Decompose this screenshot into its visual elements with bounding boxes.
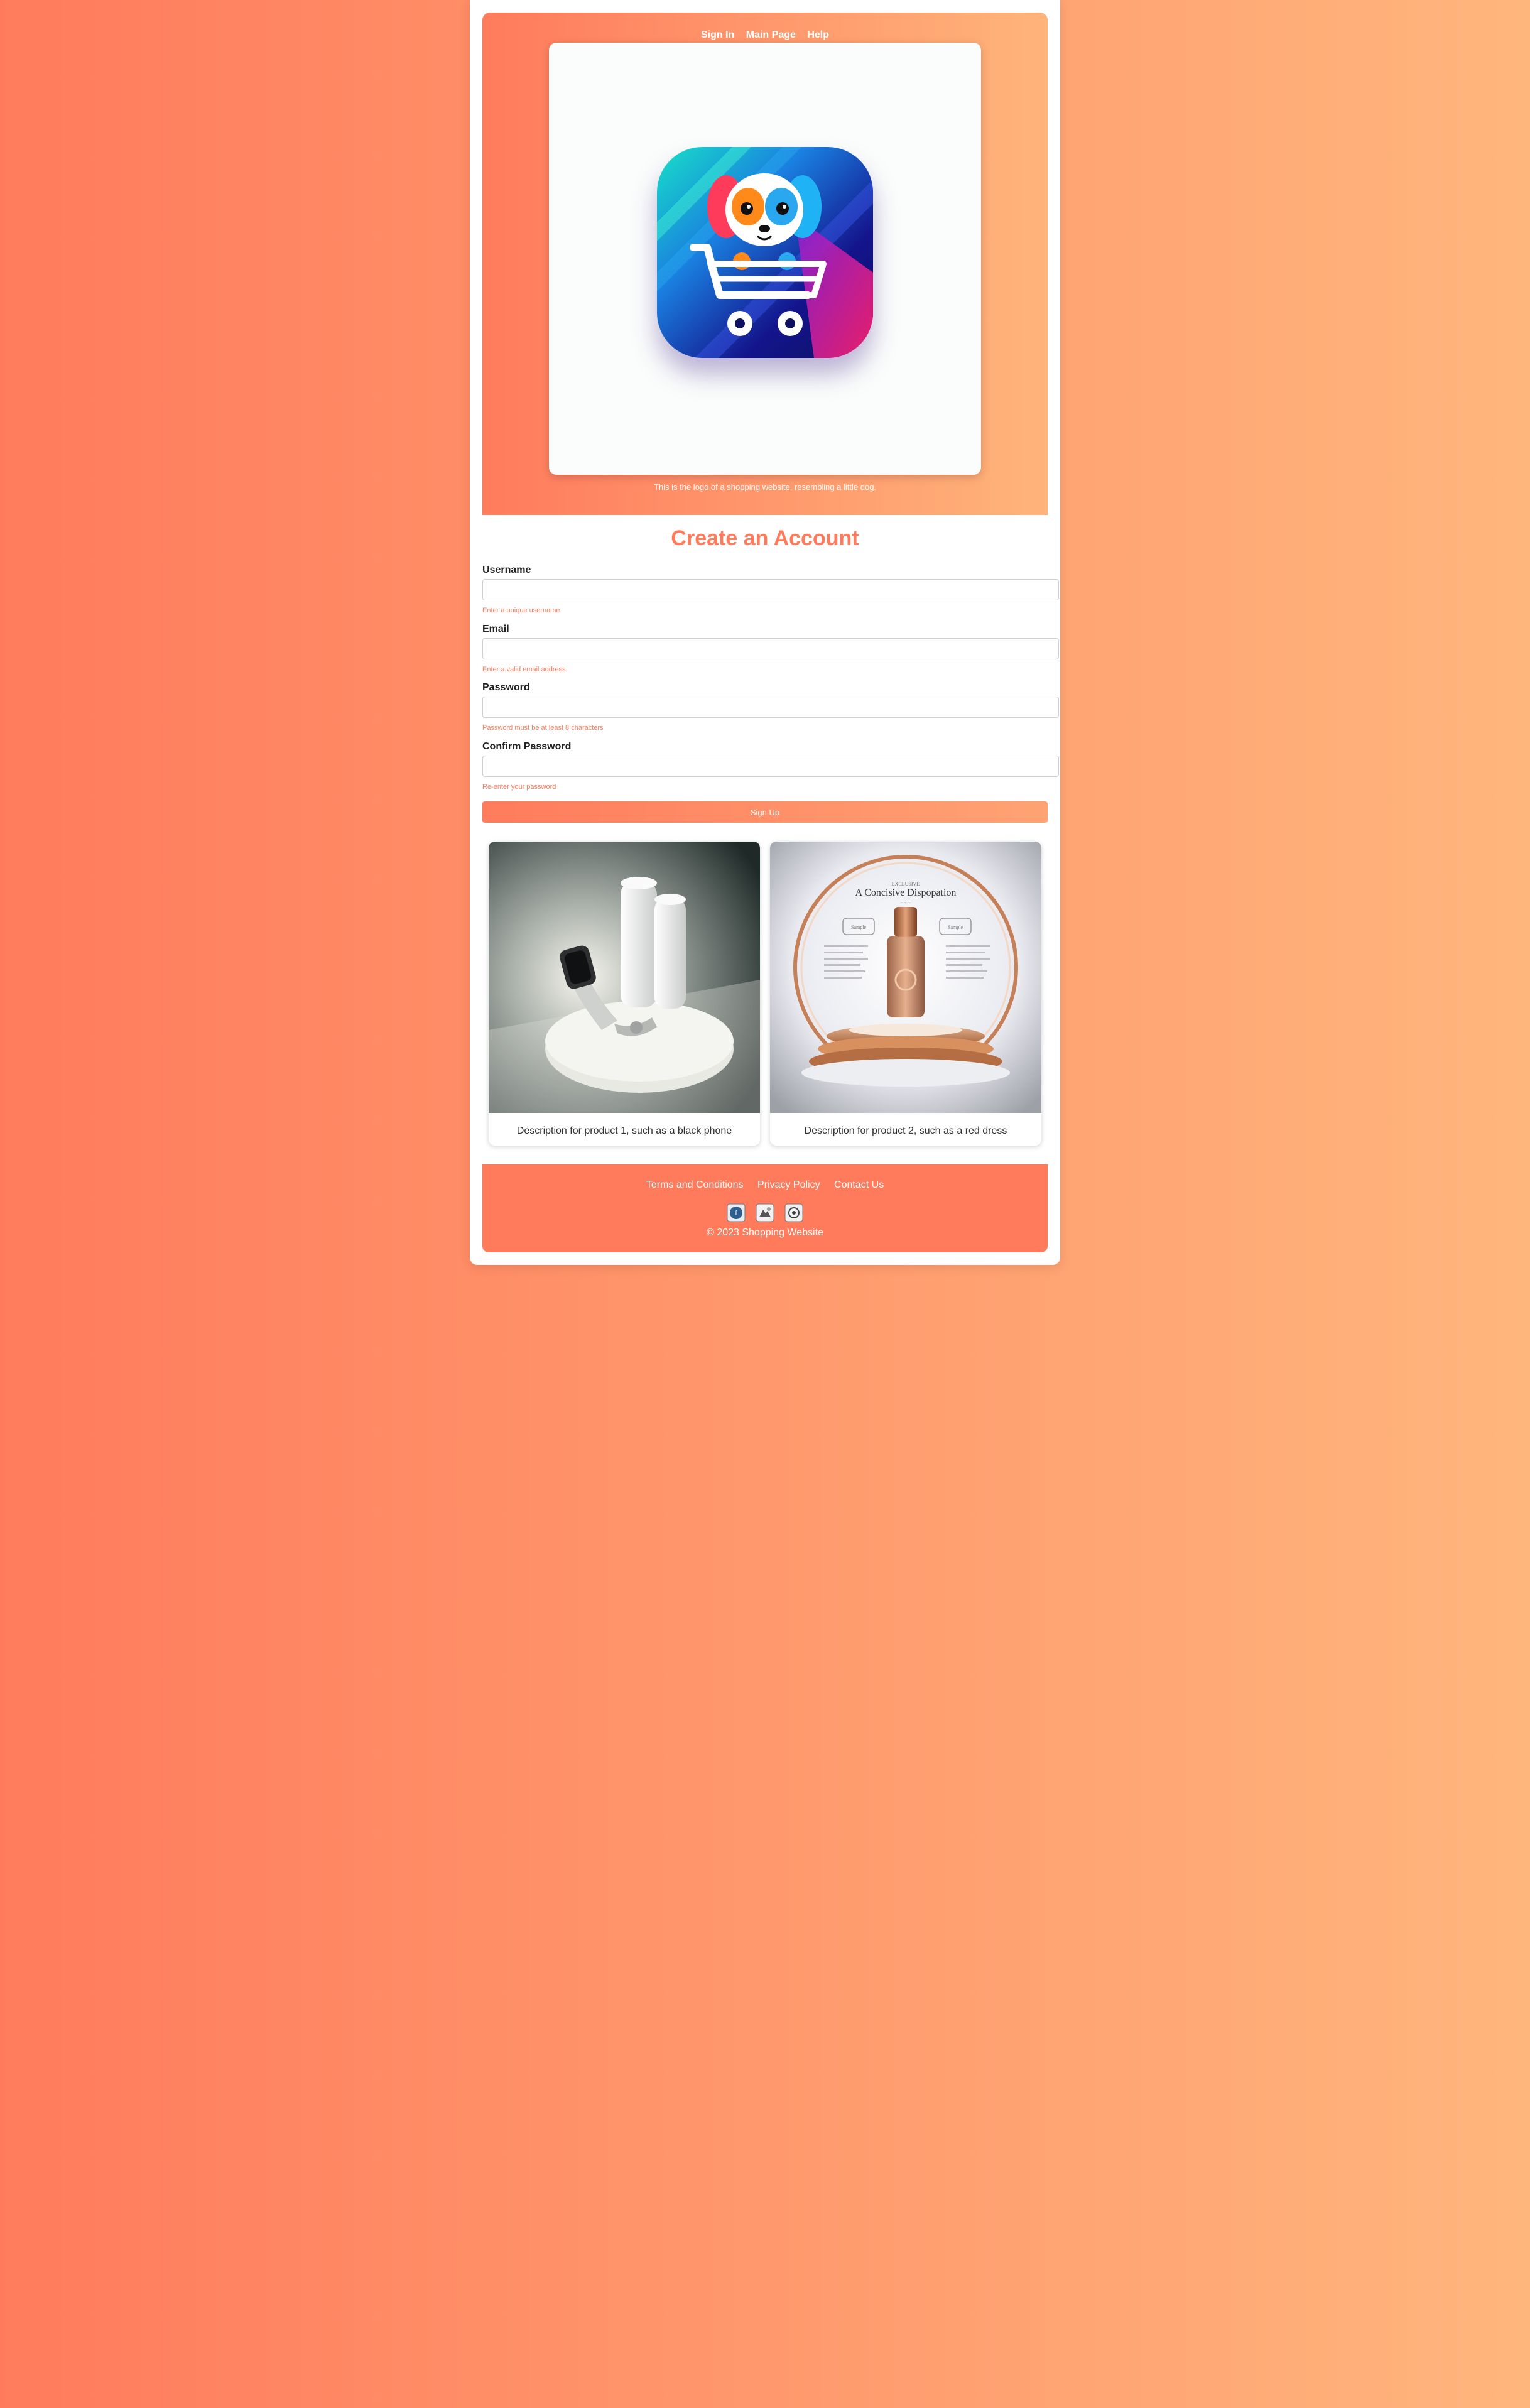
smartwatch-product-photo — [489, 842, 760, 1113]
footer-link-contact[interactable]: Contact Us — [834, 1180, 884, 1190]
confirm-password-hint: Re-enter your password — [482, 783, 556, 791]
image-small-heading: EXCLUSIVE — [892, 881, 920, 887]
dog-shopping-cart-logo — [657, 147, 873, 358]
email-hint: Enter a valid email address — [482, 666, 566, 673]
email-label: Email — [482, 624, 509, 634]
username-input[interactable] — [482, 579, 1059, 600]
product-card-1[interactable]: Description for product 1, such as a bla… — [489, 842, 760, 1146]
confirm-password-input[interactable] — [482, 756, 1059, 777]
product-card-2[interactable]: EXCLUSIVE A Concisive Dispopation ~ ~ ~ … — [770, 842, 1041, 1146]
logo-caption: This is the logo of a shopping website, … — [653, 482, 877, 492]
footer-link-terms[interactable]: Terms and Conditions — [646, 1180, 744, 1190]
password-label: Password — [482, 682, 530, 693]
footer-link-privacy[interactable]: Privacy Policy — [757, 1180, 820, 1190]
social-icons: f — [482, 1203, 1048, 1222]
image-right-badge: Sample — [948, 925, 963, 930]
page-card: Sign In Main Page Help This is the logo … — [470, 0, 1060, 1265]
footer-links: Terms and Conditions Privacy Policy Cont… — [482, 1180, 1048, 1191]
username-hint: Enter a unique username — [482, 607, 560, 614]
form-title: Create an Account — [671, 526, 859, 550]
image-left-badge: Sample — [851, 925, 866, 930]
password-input[interactable] — [482, 697, 1059, 718]
email-input[interactable] — [482, 638, 1059, 659]
social-icon-3[interactable] — [784, 1203, 803, 1222]
confirm-password-label: Confirm Password — [482, 741, 572, 752]
product-description-2: Description for product 2, such as a red… — [804, 1125, 1007, 1136]
nav-main-page[interactable]: Main Page — [746, 30, 796, 40]
perfume-bottle-product-photo: EXCLUSIVE A Concisive Dispopation ~ ~ ~ … — [770, 842, 1041, 1113]
social-icon-1[interactable]: f — [727, 1203, 746, 1222]
logo-frame — [549, 43, 981, 475]
header: Sign In Main Page Help This is the logo … — [482, 13, 1048, 515]
product-description-1: Description for product 1, such as a bla… — [516, 1125, 732, 1136]
footer: Terms and Conditions Privacy Policy Cont… — [482, 1164, 1048, 1252]
top-nav: Sign In Main Page Help — [482, 30, 1048, 41]
image-heading: A Concisive Dispopation — [855, 887, 957, 898]
social-icon-2[interactable] — [756, 1203, 774, 1222]
username-label: Username — [482, 565, 531, 575]
password-hint: Password must be at least 8 characters — [482, 724, 604, 732]
sign-up-button[interactable]: Sign Up — [482, 801, 1048, 823]
copyright-text: © 2023 Shopping Website — [707, 1227, 823, 1238]
image-divider: ~ ~ ~ — [901, 900, 912, 906]
nav-help[interactable]: Help — [807, 30, 829, 40]
nav-sign-in[interactable]: Sign In — [701, 30, 734, 40]
